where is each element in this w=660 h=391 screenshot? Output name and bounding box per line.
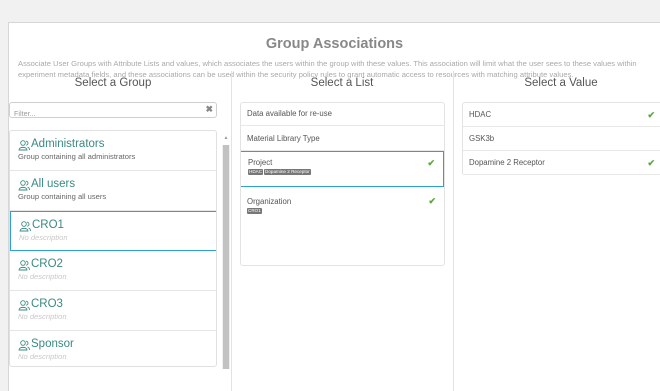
scrollbar-thumb[interactable] [223,145,229,369]
list-item-label: Project [248,158,273,167]
list-item-project[interactable]: Project HDAC Dopamine 2 Receptor ✔ [240,151,444,187]
filter-input[interactable] [10,106,195,121]
users-icon [18,179,30,190]
group-name-row: CRO2 [18,258,216,271]
group-description: No description [18,352,67,361]
tag-badge: HDAC [248,169,264,175]
group-list: Administrators Group containing all admi… [9,130,217,367]
group-description: Group containing all administrators [18,152,136,161]
group-name: CRO3 [31,298,63,310]
value-item-label: HDAC [469,110,492,119]
group-item-all-users[interactable]: All users Group containing all users [10,171,216,211]
list-item-material-library-type[interactable]: Material Library Type [240,126,444,151]
group-item-cro1[interactable]: CRO1 No description [10,211,216,251]
users-icon [18,259,30,270]
value-column-header: Select a Value [524,77,598,89]
group-name: CRO2 [31,258,63,270]
list-item-label: Material Library Type [247,134,320,143]
users-icon [19,220,31,231]
scroll-up-icon[interactable]: ▲ [222,133,230,143]
group-column-header: Select a Group [74,77,152,89]
group-name-row: All users [18,178,216,191]
group-name: Sponsor [31,338,74,350]
filter-box: ✖ [9,102,217,121]
group-name-row: Sponsor [18,338,216,351]
value-item-gsk3b[interactable]: GSK3b [463,127,660,151]
group-name-row: CRO1 [19,219,216,232]
group-item-sponsor[interactable]: Sponsor No description [10,331,216,366]
group-description: No description [18,272,67,281]
value-item-hdac[interactable]: HDAC ✔ [463,103,660,127]
users-icon [18,299,30,310]
group-description: No description [18,312,67,321]
close-icon[interactable]: ✖ [205,104,213,115]
group-item-cro3[interactable]: CRO3 No description [10,291,216,331]
group-description: Group containing all users [18,192,107,201]
users-icon [18,139,30,150]
list-item-organization[interactable]: Organization CRO1 ✔ [240,188,444,224]
value-list: HDAC ✔ GSK3b Dopamine 2 Receptor ✔ [462,102,660,175]
check-icon: ✔ [647,110,655,120]
tag-badge: CRO1 [247,208,262,214]
column-divider [453,71,454,391]
group-name: All users [31,178,76,190]
check-icon: ✔ [427,158,435,168]
page-title: Group Associations [265,36,404,52]
tag-group: CRO1 [247,208,444,214]
list-column-header: Select a List [310,77,374,89]
list-item-label: Organization [247,197,292,206]
group-name: Administrators [31,138,105,150]
tag-group: HDAC Dopamine 2 Receptor [248,169,443,175]
group-item-administrators[interactable]: Administrators Group containing all admi… [10,131,216,171]
check-icon: ✔ [428,196,436,206]
value-item-label: GSK3b [469,134,495,143]
group-name-row: CRO3 [18,298,216,311]
group-name-row: Administrators [18,138,216,151]
value-item-dopamine-2-receptor[interactable]: Dopamine 2 Receptor ✔ [463,151,660,175]
tag-badge: Dopamine 2 Receptor [264,169,311,175]
users-icon [18,339,30,350]
check-icon: ✔ [647,158,655,168]
attribute-list: Data available for re-use Material Libra… [240,102,444,272]
group-name: CRO1 [32,219,64,231]
group-item-cro2[interactable]: CRO2 No description [10,251,216,291]
group-description: No description [19,233,68,242]
list-item-label: Data available for re-use [247,109,332,118]
value-item-label: Dopamine 2 Receptor [469,158,545,167]
list-item-data-available[interactable]: Data available for re-use [240,102,444,126]
column-divider [231,71,232,391]
